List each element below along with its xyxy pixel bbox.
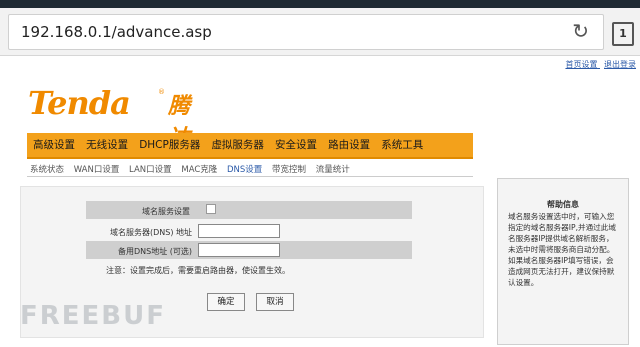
nav-security[interactable]: 安全设置 (269, 133, 317, 157)
secondary-dns-input[interactable] (198, 243, 280, 257)
nav-dhcp[interactable]: DHCP服务器 (133, 133, 200, 157)
primary-dns-row: 域名服务器(DNS) 地址 (86, 222, 412, 240)
cancel-button[interactable]: 取消 (256, 293, 294, 311)
primary-dns-input[interactable] (198, 224, 280, 238)
primary-dns-label: 域名服务器(DNS) 地址 (109, 228, 192, 237)
tabs-icon[interactable]: 1 (612, 22, 634, 46)
dns-enable-checkbox[interactable] (206, 204, 216, 214)
url-text[interactable]: 192.168.0.1/advance.asp (21, 23, 212, 41)
subnav-status[interactable]: 系统状态 (30, 165, 64, 175)
address-bar[interactable]: 192.168.0.1/advance.asp ↻ (8, 14, 604, 50)
nav-system-tools[interactable]: 系统工具 (375, 133, 423, 157)
help-panel: 帮助信息 域名服务设置选中时，可输入您指定的域名服务器IP,并通过此域名服务器I… (497, 178, 629, 345)
subnav-dns[interactable]: DNS设置 (227, 165, 262, 175)
dns-enable-row: 域名服务设置 (86, 201, 412, 219)
ok-button[interactable]: 确定 (207, 293, 245, 311)
top-links: 首页设置 退出登录 (561, 59, 636, 70)
subnav-divider (27, 176, 473, 177)
nav-virtual-server[interactable]: 虚拟服务器 (205, 133, 264, 157)
freebuf-watermark: FREEBUF (20, 301, 166, 331)
help-title: 帮助信息 (547, 200, 579, 209)
home-link[interactable]: 首页设置 (565, 60, 597, 69)
sub-nav: 系统状态 WAN口设置 LAN口设置 MAC克隆 DNS设置 带宽控制 流量统计 (30, 163, 357, 175)
help-body: 域名服务设置选中时，可输入您指定的域名服务器IP,并通过此域名服务器IP提供域名… (508, 212, 616, 287)
settings-note: 注意：设置完成后，需要重启路由器，使设置生效。 (106, 266, 290, 275)
subnav-lan[interactable]: LAN口设置 (129, 165, 172, 175)
logo-registered-mark: ® (158, 88, 165, 96)
browser-toolbar: 192.168.0.1/advance.asp ↻ 1 (0, 8, 640, 56)
subnav-traffic[interactable]: 流量统计 (316, 165, 350, 175)
subnav-mac-clone[interactable]: MAC克隆 (181, 165, 217, 175)
logout-link[interactable]: 退出登录 (604, 60, 636, 69)
reload-icon[interactable]: ↻ (572, 19, 589, 43)
nav-wireless[interactable]: 无线设置 (80, 133, 128, 157)
nav-advanced[interactable]: 高级设置 (27, 133, 75, 157)
dns-enable-label: 域名服务设置 (142, 207, 190, 216)
status-bar (0, 0, 640, 8)
subnav-wan[interactable]: WAN口设置 (74, 165, 120, 175)
logo-text-en: Tenda (28, 84, 131, 122)
subnav-bandwidth[interactable]: 带宽控制 (272, 165, 306, 175)
nav-routing[interactable]: 路由设置 (322, 133, 370, 157)
secondary-dns-row: 备用DNS地址 (可选) (86, 241, 412, 259)
main-nav: 高级设置 无线设置 DHCP服务器 虚拟服务器 安全设置 路由设置 系统工具 (27, 133, 473, 159)
secondary-dns-label: 备用DNS地址 (可选) (117, 247, 192, 256)
